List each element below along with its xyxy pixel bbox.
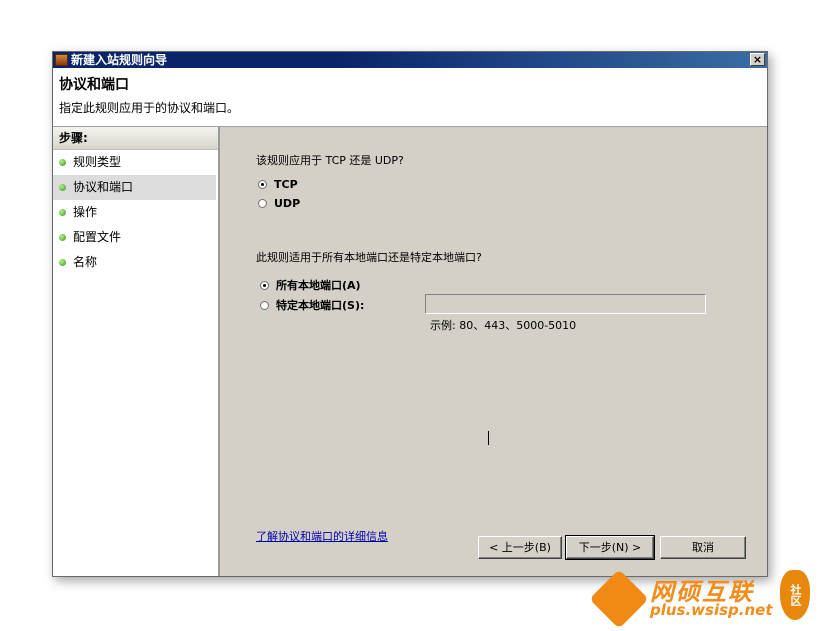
step-dot-icon [59, 259, 66, 266]
firewall-icon [55, 54, 68, 66]
step-label: 协议和端口 [73, 180, 134, 194]
step-label: 配置文件 [73, 230, 122, 244]
step-label: 操作 [73, 205, 98, 219]
radio-button-icon[interactable] [258, 199, 267, 208]
steps-panel: 步骤: 规则类型 协议和端口 操作 配置文件 名称 [53, 127, 220, 576]
step-action[interactable]: 操作 [53, 200, 216, 225]
all-ports-label: 所有本地端口(A) [276, 279, 361, 292]
wizard-window: 新建入站规则向导 × 协议和端口 指定此规则应用于的协议和端口。 步骤: 规则类… [52, 51, 768, 577]
step-profile[interactable]: 配置文件 [53, 225, 216, 250]
page-subtitle: 指定此规则应用于的协议和端口。 [59, 101, 240, 115]
radio-button-icon[interactable] [258, 180, 267, 189]
step-label: 名称 [73, 255, 98, 269]
specific-ports-radio[interactable]: 特定本地端口(S): [260, 297, 364, 313]
page-title: 协议和端口 [59, 77, 129, 93]
udp-radio[interactable]: UDP [258, 197, 300, 210]
wizard-header: 协议和端口 指定此规则应用于的协议和端口。 [53, 68, 767, 127]
watermark-url: plus.wsisp.net [650, 601, 773, 619]
step-dot-icon [59, 184, 66, 191]
text-cursor [488, 431, 489, 445]
udp-label: UDP [274, 197, 301, 210]
watermark: 网硕互联 plus.wsisp.net 社区 [589, 566, 816, 629]
step-dot-icon [59, 209, 66, 216]
title-bar[interactable]: 新建入站规则向导 × [53, 52, 767, 68]
cancel-button[interactable]: 取消 [660, 536, 746, 559]
content-panel: 该规则应用于 TCP 还是 UDP? TCP UDP 此规则适用于所有本地端口还… [220, 127, 767, 576]
specific-ports-label: 特定本地端口(S): [276, 299, 365, 312]
step-rule-type[interactable]: 规则类型 [53, 150, 216, 175]
radio-button-icon[interactable] [260, 300, 269, 310]
ports-question: 此规则适用于所有本地端口还是特定本地端口? [256, 251, 482, 264]
steps-heading: 步骤: [53, 127, 218, 150]
specific-ports-input[interactable] [425, 294, 706, 314]
watermark-logo-icon [589, 569, 649, 629]
step-label: 规则类型 [73, 155, 122, 169]
watermark-badge: 社区 [780, 570, 810, 620]
tcp-radio[interactable]: TCP [258, 178, 298, 191]
back-button[interactable]: < 上一步(B) [478, 536, 562, 559]
ports-example: 示例: 80、443、5000-5010 [430, 319, 577, 332]
step-protocol-ports[interactable]: 协议和端口 [53, 175, 216, 200]
radio-button-icon[interactable] [260, 280, 269, 290]
close-button[interactable]: × [750, 53, 765, 66]
help-link[interactable]: 了解协议和端口的详细信息 [256, 528, 388, 544]
protocol-question: 该规则应用于 TCP 还是 UDP? [256, 154, 404, 167]
step-name[interactable]: 名称 [53, 250, 216, 275]
all-ports-radio[interactable]: 所有本地端口(A) [260, 277, 361, 293]
tcp-label: TCP [274, 178, 298, 191]
window-title: 新建入站规则向导 [71, 53, 168, 67]
step-dot-icon [59, 234, 66, 241]
step-dot-icon [59, 159, 66, 166]
next-button[interactable]: 下一步(N) > [565, 535, 655, 560]
